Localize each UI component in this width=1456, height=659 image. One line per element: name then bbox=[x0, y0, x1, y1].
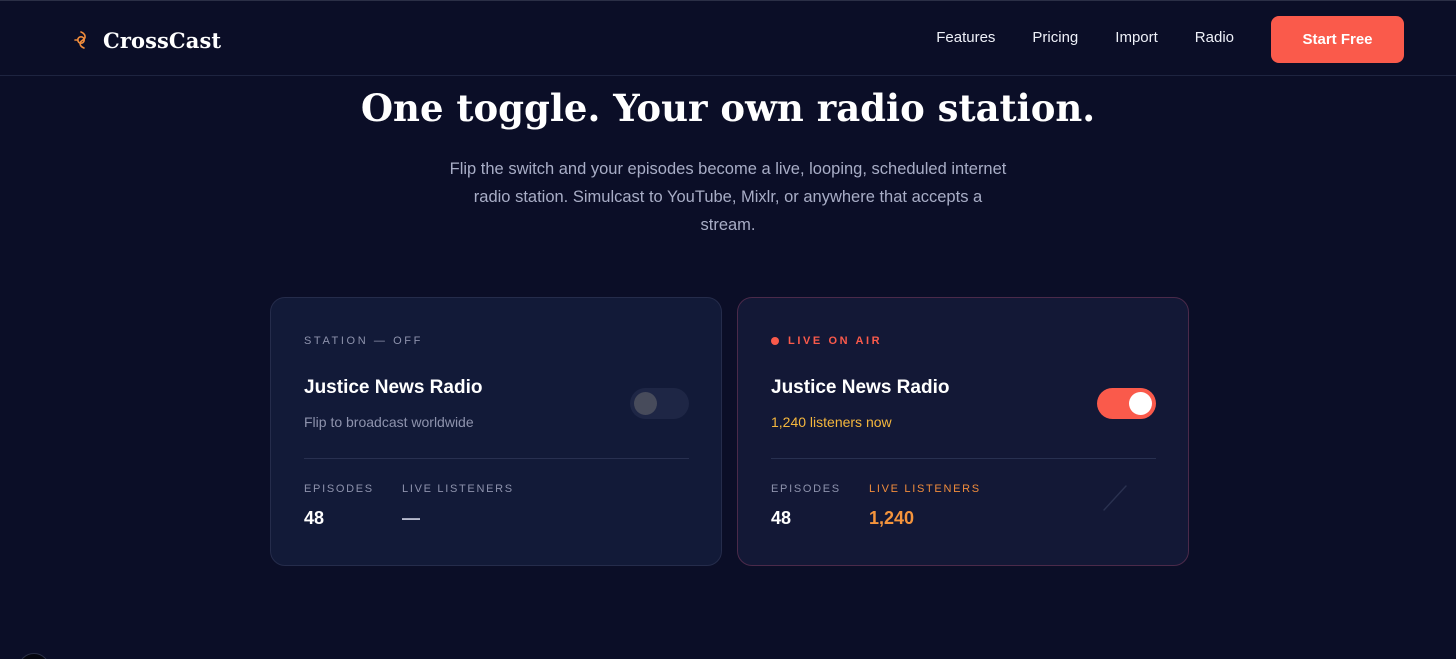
nav-link-pricing[interactable]: Pricing bbox=[1032, 29, 1078, 46]
live-listeners-stat: LIVE LISTENERS — bbox=[402, 483, 514, 529]
episodes-value: 48 bbox=[304, 508, 325, 528]
station-status-text: LIVE ON AIR bbox=[788, 335, 883, 347]
broadcast-toggle[interactable] bbox=[1097, 388, 1156, 419]
card-divider bbox=[304, 458, 689, 459]
live-listeners-value: 1,240 bbox=[869, 508, 915, 528]
live-listeners-label: LIVE LISTENERS bbox=[402, 483, 514, 495]
live-dot-icon bbox=[771, 337, 779, 345]
card-divider bbox=[771, 458, 1156, 459]
episodes-stat: EPISODES 48 bbox=[304, 483, 374, 529]
chat-bubble-icon[interactable] bbox=[18, 653, 50, 659]
station-name: Justice News Radio bbox=[771, 377, 950, 398]
station-status-label: LIVE ON AIR bbox=[771, 335, 882, 347]
nav-links: Features Pricing Import Radio bbox=[936, 29, 1234, 46]
toggle-knob bbox=[1129, 392, 1152, 415]
station-card-live: LIVE ON AIR Justice News Radio 1,240 lis… bbox=[737, 297, 1189, 566]
nav-link-import[interactable]: Import bbox=[1115, 29, 1158, 46]
nav-link-radio[interactable]: Radio bbox=[1195, 29, 1234, 46]
live-listeners-value: — bbox=[402, 508, 420, 528]
station-status-label: STATION — OFF bbox=[304, 335, 423, 347]
station-subtitle: Flip to broadcast worldwide bbox=[304, 414, 474, 430]
station-status-text: STATION — OFF bbox=[304, 335, 423, 347]
hero-title: One toggle. Your own radio station. bbox=[360, 86, 1096, 130]
start-free-button[interactable]: Start Free bbox=[1271, 16, 1404, 63]
station-name: Justice News Radio bbox=[304, 377, 483, 398]
episodes-label: EPISODES bbox=[771, 483, 841, 495]
episodes-value: 48 bbox=[771, 508, 792, 528]
live-listeners-stat: LIVE LISTENERS 1,240 bbox=[869, 483, 981, 529]
episodes-label: EPISODES bbox=[304, 483, 374, 495]
top-nav: CrossCast Features Pricing Import Radio … bbox=[0, 1, 1456, 76]
sparkline-icon bbox=[1103, 485, 1127, 511]
hero-subtitle: Flip the switch and your episodes become… bbox=[449, 160, 1007, 234]
brand-link[interactable]: CrossCast bbox=[72, 23, 221, 57]
nav-link-features[interactable]: Features bbox=[936, 29, 995, 46]
station-card-off: STATION — OFF Justice News Radio Flip to… bbox=[270, 297, 722, 566]
page: CrossCast Features Pricing Import Radio … bbox=[0, 0, 1456, 659]
broadcast-toggle[interactable] bbox=[630, 388, 689, 419]
listeners-now-text: 1,240 listeners now bbox=[771, 414, 892, 430]
episodes-stat: EPISODES 48 bbox=[771, 483, 841, 529]
toggle-knob bbox=[634, 392, 657, 415]
live-listeners-label: LIVE LISTENERS bbox=[869, 483, 981, 495]
crosscast-logo-icon bbox=[74, 31, 86, 49]
brand-name: CrossCast bbox=[103, 27, 222, 53]
